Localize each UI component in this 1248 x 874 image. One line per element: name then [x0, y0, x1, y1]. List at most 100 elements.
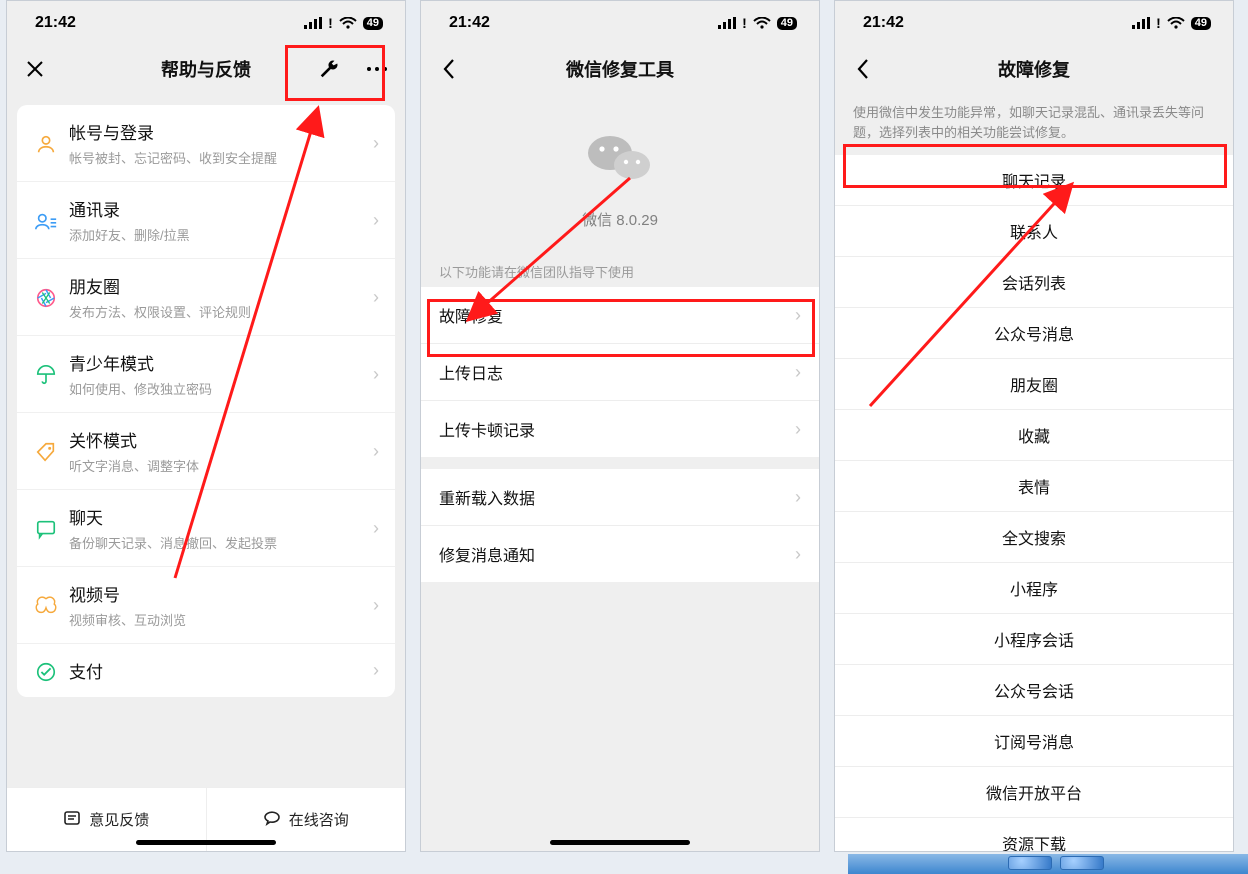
tool-row-a-1[interactable]: 上传日志 ›: [421, 343, 819, 400]
row-label: 上传日志: [439, 360, 503, 384]
row-label: 上传卡顿记录: [439, 417, 535, 441]
help-list: 帐号与登录帐号被封、忘记密码、收到安全提醒›通讯录添加好友、删除/拉黑›朋友圈发…: [7, 93, 405, 787]
help-row-7[interactable]: 支付›: [17, 643, 395, 697]
chevron-right-icon: ›: [369, 287, 383, 308]
battery-indicator: 49: [777, 17, 797, 30]
help-row-2[interactable]: 朋友圈发布方法、权限设置、评论规则›: [17, 258, 395, 335]
tool-row-b-1[interactable]: 修复消息通知 ›: [421, 525, 819, 582]
chevron-right-icon: ›: [369, 364, 383, 385]
row-label: 公众号消息: [994, 321, 1074, 345]
row-label: 小程序: [1010, 576, 1058, 600]
desktop-taskbar: [848, 854, 1248, 874]
row-title: 视频号: [69, 581, 369, 606]
signal-excl-icon: !: [1156, 15, 1161, 31]
tool-list-1: 故障修复› 上传日志 › 上传卡顿记录 ›: [421, 287, 819, 457]
section-hint: 以下功能请在微信团队指导下使用: [421, 248, 819, 287]
row-label: 收藏: [1018, 423, 1050, 447]
contacts-icon: [29, 208, 63, 232]
repair-row-6[interactable]: 表情: [835, 461, 1233, 512]
chat-icon: [29, 516, 63, 540]
care-mode-icon: [29, 439, 63, 463]
signal-excl-icon: !: [328, 15, 333, 31]
back-icon[interactable]: [435, 55, 463, 83]
repair-row-2[interactable]: 会话列表: [835, 257, 1233, 308]
chevron-right-icon: ›: [795, 544, 801, 565]
help-row-6[interactable]: 视频号视频审核、互动浏览›: [17, 566, 395, 643]
feedback-icon: [63, 809, 81, 831]
row-title: 帐号与登录: [69, 119, 369, 144]
close-icon[interactable]: [21, 55, 49, 83]
repair-row-5[interactable]: 收藏: [835, 410, 1233, 461]
repair-row-10[interactable]: 公众号会话: [835, 665, 1233, 716]
repair-row-9[interactable]: 小程序会话: [835, 614, 1233, 665]
status-bar: 21:42 ! 49: [421, 1, 819, 45]
repair-row-1[interactable]: 联系人: [835, 206, 1233, 257]
wechat-logo-icon: [584, 123, 656, 195]
repair-row-12[interactable]: 微信开放平台: [835, 767, 1233, 818]
taskbar-button[interactable]: [1060, 856, 1104, 870]
chevron-right-icon: ›: [369, 518, 383, 539]
row-title: 通讯录: [69, 196, 369, 221]
chevron-right-icon: ›: [369, 660, 383, 681]
chevron-right-icon: ›: [369, 210, 383, 231]
row-subtitle: 添加好友、删除/拉黑: [69, 225, 369, 244]
tool-row-a-0[interactable]: 故障修复›: [421, 287, 819, 343]
tool-row-b-0[interactable]: 重新载入数据›: [421, 469, 819, 525]
help-row-1[interactable]: 通讯录添加好友、删除/拉黑›: [17, 181, 395, 258]
row-label: 朋友圈: [1010, 372, 1058, 396]
chevron-right-icon: ›: [795, 419, 801, 440]
status-time: 21:42: [35, 14, 76, 32]
status-bar: 21:42 ! 49: [7, 1, 405, 45]
phone-help-feedback: 21:42 ! 49 帮助与反馈 帐号与登录帐号被封、忘记密码、收到安全提醒›通…: [6, 0, 406, 852]
wrench-icon[interactable]: [315, 55, 343, 83]
signal-icon: [718, 17, 736, 29]
chevron-right-icon: ›: [369, 595, 383, 616]
header-title: 故障修复: [998, 56, 1070, 82]
chevron-right-icon: ›: [369, 133, 383, 154]
help-row-3[interactable]: 青少年模式如何使用、修改独立密码›: [17, 335, 395, 412]
repair-row-3[interactable]: 公众号消息: [835, 308, 1233, 359]
home-indicator[interactable]: [136, 840, 276, 845]
repair-row-0[interactable]: 聊天记录: [835, 155, 1233, 206]
help-row-0[interactable]: 帐号与登录帐号被封、忘记密码、收到安全提醒›: [17, 105, 395, 181]
row-title: 青少年模式: [69, 350, 369, 375]
repair-row-11[interactable]: 订阅号消息: [835, 716, 1233, 767]
row-subtitle: 发布方法、权限设置、评论规则: [69, 302, 369, 321]
row-title: 关怀模式: [69, 427, 369, 452]
repair-list: 聊天记录联系人会话列表公众号消息朋友圈收藏表情全文搜索小程序小程序会话公众号会话…: [835, 155, 1233, 852]
phone-repair-tool: 21:42 ! 49 微信修复工具 微信 8.0.29 以下功能请在微信团队指导…: [420, 0, 820, 852]
repair-description: 使用微信中发生功能异常，如聊天记录混乱、通讯录丢失等问题，选择列表中的相关功能尝…: [835, 93, 1233, 155]
row-label: 订阅号消息: [994, 729, 1074, 753]
more-icon[interactable]: [363, 55, 391, 83]
help-row-5[interactable]: 聊天备份聊天记录、消息撤回、发起投票›: [17, 489, 395, 566]
row-subtitle: 备份聊天记录、消息撤回、发起投票: [69, 533, 369, 552]
row-subtitle: 如何使用、修改独立密码: [69, 379, 369, 398]
moments-icon: [29, 285, 63, 309]
signal-icon: [304, 17, 322, 29]
row-title: 朋友圈: [69, 273, 369, 298]
row-label: 联系人: [1010, 219, 1058, 243]
repair-row-4[interactable]: 朋友圈: [835, 359, 1233, 410]
taskbar-button[interactable]: [1008, 856, 1052, 870]
consult-label: 在线咨询: [289, 809, 349, 830]
tool-row-a-2[interactable]: 上传卡顿记录 ›: [421, 400, 819, 457]
back-icon[interactable]: [849, 55, 877, 83]
row-label: 修复消息通知: [439, 542, 535, 566]
umbrella-icon: [29, 362, 63, 386]
battery-indicator: 49: [363, 17, 383, 30]
home-indicator[interactable]: [550, 840, 690, 845]
help-row-4[interactable]: 关怀模式听文字消息、调整字体›: [17, 412, 395, 489]
status-time: 21:42: [449, 14, 490, 32]
user-icon: [29, 131, 63, 155]
chevron-right-icon: ›: [795, 305, 801, 326]
version-block: 微信 8.0.29: [421, 93, 819, 248]
repair-row-8[interactable]: 小程序: [835, 563, 1233, 614]
row-subtitle: 帐号被封、忘记密码、收到安全提醒: [69, 148, 369, 167]
row-label: 聊天记录: [1002, 168, 1066, 192]
repair-row-13[interactable]: 资源下载: [835, 818, 1233, 852]
repair-row-7[interactable]: 全文搜索: [835, 512, 1233, 563]
chevron-right-icon: ›: [795, 362, 801, 383]
wifi-icon: [753, 17, 771, 30]
row-label: 表情: [1018, 474, 1050, 498]
chevron-right-icon: ›: [795, 487, 801, 508]
